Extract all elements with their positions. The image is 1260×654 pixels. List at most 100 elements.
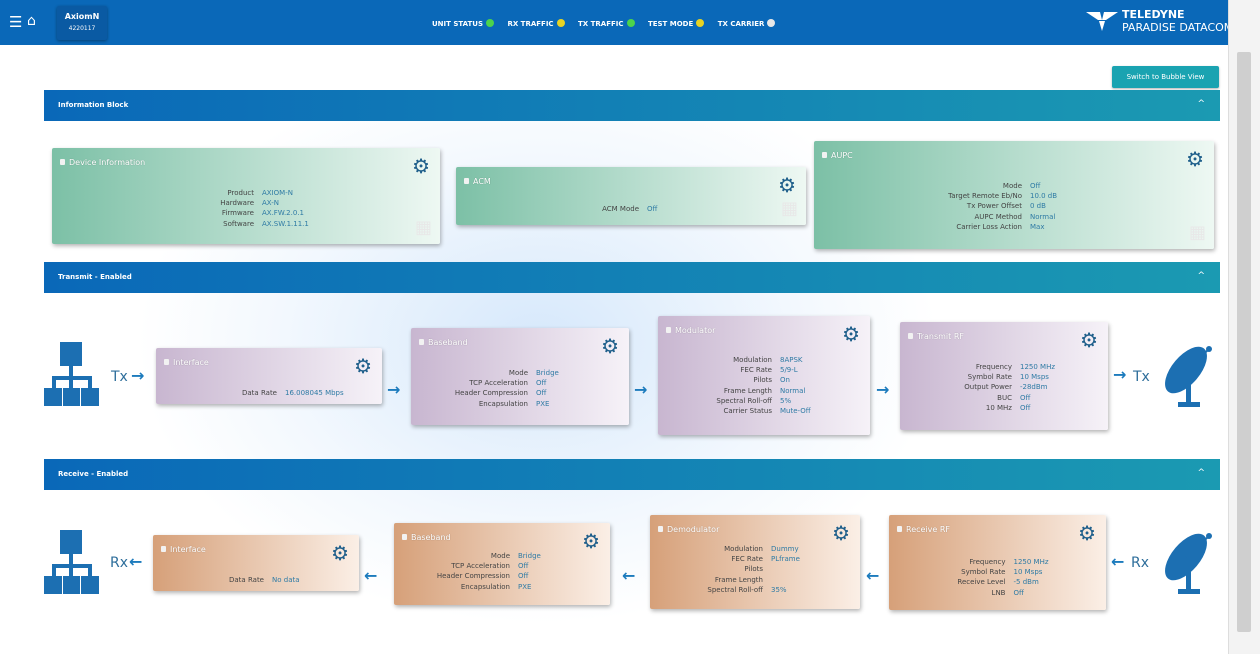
- row-label: Receive Level: [957, 578, 1006, 587]
- aupc-card[interactable]: AUPC ⚙ ▦ Mode Off Target Remote Eb/No 10.0…: [814, 141, 1214, 249]
- modulator-card[interactable]: Modulator ⚙ Modulation 8APSK FEC Rate 5/9-…: [658, 316, 870, 435]
- unit-serial: 4220117: [68, 25, 96, 32]
- row-value: -28dBm: [1020, 383, 1048, 392]
- section-title-receive: Receive - Enabled: [58, 470, 129, 478]
- row-value: 35%: [771, 585, 787, 594]
- section-receive[interactable]: Receive - Enabled ^: [44, 459, 1220, 490]
- info-row: TCP Acceleration Off: [411, 378, 629, 388]
- info-row: Modulation 8APSK: [658, 355, 870, 365]
- card-pin-icon: [60, 159, 65, 165]
- tx-interface-card[interactable]: Interface ⚙ Data Rate 16.008045 Mbps: [156, 348, 382, 404]
- row-value: 5%: [780, 396, 792, 405]
- demodulator-card[interactable]: Demodulator ⚙ Modulation Dummy FEC Rate PL…: [650, 515, 860, 609]
- home-icon[interactable]: ⌂: [27, 13, 36, 29]
- row-label: Modulation: [724, 545, 763, 553]
- row-value: Off: [1020, 393, 1031, 402]
- rx-baseband-header: Baseband: [402, 533, 451, 542]
- logo-line1: TELEDYNE: [1122, 8, 1185, 21]
- transmit-rf-card[interactable]: Transmit RF ⚙ Frequency 1250 MHz Symbol R…: [900, 322, 1108, 430]
- row-label: Carrier Status: [723, 406, 772, 415]
- device-information-card[interactable]: Device Information ⚙ ▦ Product AXIOM-N Ha…: [52, 148, 440, 244]
- gear-icon[interactable]: ⚙: [842, 324, 860, 344]
- logo-line2: PARADISE DATACOM: [1122, 21, 1234, 34]
- card-pin-icon: [164, 359, 169, 365]
- switch-bubble-view-button[interactable]: Switch to Bubble View: [1112, 66, 1219, 88]
- vertical-scrollbar[interactable]: [1228, 0, 1260, 654]
- row-value: Dummy: [771, 545, 799, 553]
- card-pin-icon: [464, 178, 469, 184]
- card-pin-icon: [658, 526, 663, 532]
- row-label: Spectral Roll-off: [716, 396, 772, 405]
- receive-rf-rows: Frequency 1250 MHz Symbol Rate 10 Msps Rec…: [889, 557, 1106, 598]
- modulator-header: Modulator: [666, 326, 715, 335]
- row-value: 1250 MHz: [1013, 558, 1049, 566]
- row-label: Mode: [490, 552, 510, 560]
- gear-icon[interactable]: ⚙: [1080, 330, 1098, 350]
- info-row: Frequency 1250 MHz: [900, 362, 1108, 372]
- row-value: 10 Msps: [1013, 568, 1043, 577]
- row-label: Pilots: [744, 565, 763, 574]
- row-value: PXE: [518, 582, 532, 591]
- info-row: Frame Length: [650, 575, 860, 585]
- unit-selector[interactable]: AxiomN 4220117: [57, 6, 107, 40]
- info-row: Tx Power Offset 0 dB: [814, 201, 1214, 211]
- status-unit-led-icon: [486, 19, 495, 27]
- info-row: Frame Length Normal: [658, 386, 870, 396]
- transmit-rf-rows: Frequency 1250 MHz Symbol Rate 10 Msps Out…: [900, 362, 1108, 413]
- menu-icon[interactable]: ☰: [9, 13, 22, 31]
- gear-icon[interactable]: ⚙: [582, 531, 600, 551]
- aupc-title: AUPC: [831, 151, 853, 160]
- modulator-rows: Modulation 8APSK FEC Rate 5/9-L Pilots On F…: [658, 355, 870, 416]
- row-label: Target Remote Eb/No: [948, 192, 1022, 201]
- info-row: Mode Bridge: [394, 551, 610, 561]
- acm-card[interactable]: ACM ⚙ ▦ ACM Mode Off: [456, 167, 806, 225]
- status-indicators: UNIT STATUS RX TRAFFIC TX TRAFFIC TEST M…: [432, 19, 786, 28]
- gear-icon[interactable]: ⚙: [1186, 149, 1204, 169]
- info-row: Carrier Status Mute-Off: [658, 406, 870, 416]
- device-information-header: Device Information: [60, 158, 145, 167]
- acm-header: ACM: [464, 177, 491, 186]
- rx-baseband-card[interactable]: Baseband ⚙ Mode Bridge TCP Acceleration Of…: [394, 523, 610, 605]
- row-value: 16.008045 Mbps: [285, 389, 344, 397]
- info-row: Mode Bridge: [411, 368, 629, 378]
- gear-icon[interactable]: ⚙: [778, 175, 796, 195]
- rx-interface-card[interactable]: Interface ⚙ Data Rate No data: [153, 535, 359, 591]
- gear-icon[interactable]: ⚙: [601, 336, 619, 356]
- row-label: Frequency: [969, 558, 1006, 566]
- receive-rf-card[interactable]: Receive RF ⚙ Frequency 1250 MHz Symbol Ra…: [889, 515, 1106, 610]
- info-row: Carrier Loss Action Max: [814, 222, 1214, 232]
- gear-icon[interactable]: ⚙: [412, 156, 430, 176]
- gear-icon[interactable]: ⚙: [354, 356, 372, 376]
- device-information-title: Device Information: [69, 158, 146, 167]
- section-information-block[interactable]: Information Block ^: [44, 90, 1220, 121]
- info-row: FEC Rate PLframe: [650, 554, 860, 564]
- row-label: Frame Length: [723, 386, 772, 395]
- info-row: Symbol Rate 10 Msps: [889, 567, 1106, 577]
- collapse-transmit-chevron-icon[interactable]: ^: [1197, 271, 1205, 281]
- tx-label-right: Tx: [1133, 369, 1150, 385]
- gear-icon[interactable]: ⚙: [1078, 523, 1096, 543]
- rx-label-right: Rx: [1131, 555, 1150, 571]
- rx-interface-header: Interface: [161, 545, 206, 554]
- arrow-right-icon: →: [131, 366, 145, 385]
- info-row: Spectral Roll-off 5%: [658, 396, 870, 406]
- teledyne-mark-icon: [1086, 12, 1118, 31]
- gear-icon[interactable]: ⚙: [331, 543, 349, 563]
- row-label: Pilots: [753, 376, 772, 385]
- aupc-rows: Mode Off Target Remote Eb/No 10.0 dB Tx Po…: [814, 181, 1214, 232]
- info-row: Header Compression Off: [394, 571, 610, 581]
- info-row: Output Power -28dBm: [900, 382, 1108, 392]
- gear-icon[interactable]: ⚙: [832, 523, 850, 543]
- collapse-information-chevron-icon[interactable]: ^: [1197, 99, 1205, 109]
- transmit-rf-title: Transmit RF: [917, 332, 964, 341]
- collapse-receive-chevron-icon[interactable]: ^: [1197, 468, 1205, 478]
- row-value: Mute-Off: [780, 406, 811, 415]
- tx-baseband-title: Baseband: [428, 338, 468, 347]
- section-transmit[interactable]: Transmit - Enabled ^: [44, 262, 1220, 293]
- row-label: AUPC Method: [974, 212, 1023, 221]
- scrollbar-thumb[interactable]: [1237, 52, 1251, 632]
- row-label: Data Rate: [242, 389, 277, 397]
- tx-interface-rows: Data Rate 16.008045 Mbps: [156, 388, 382, 398]
- tx-baseband-card[interactable]: Baseband ⚙ Mode Bridge TCP Acceleration Of…: [411, 328, 629, 425]
- status-tx-traffic-led-icon: [626, 19, 635, 27]
